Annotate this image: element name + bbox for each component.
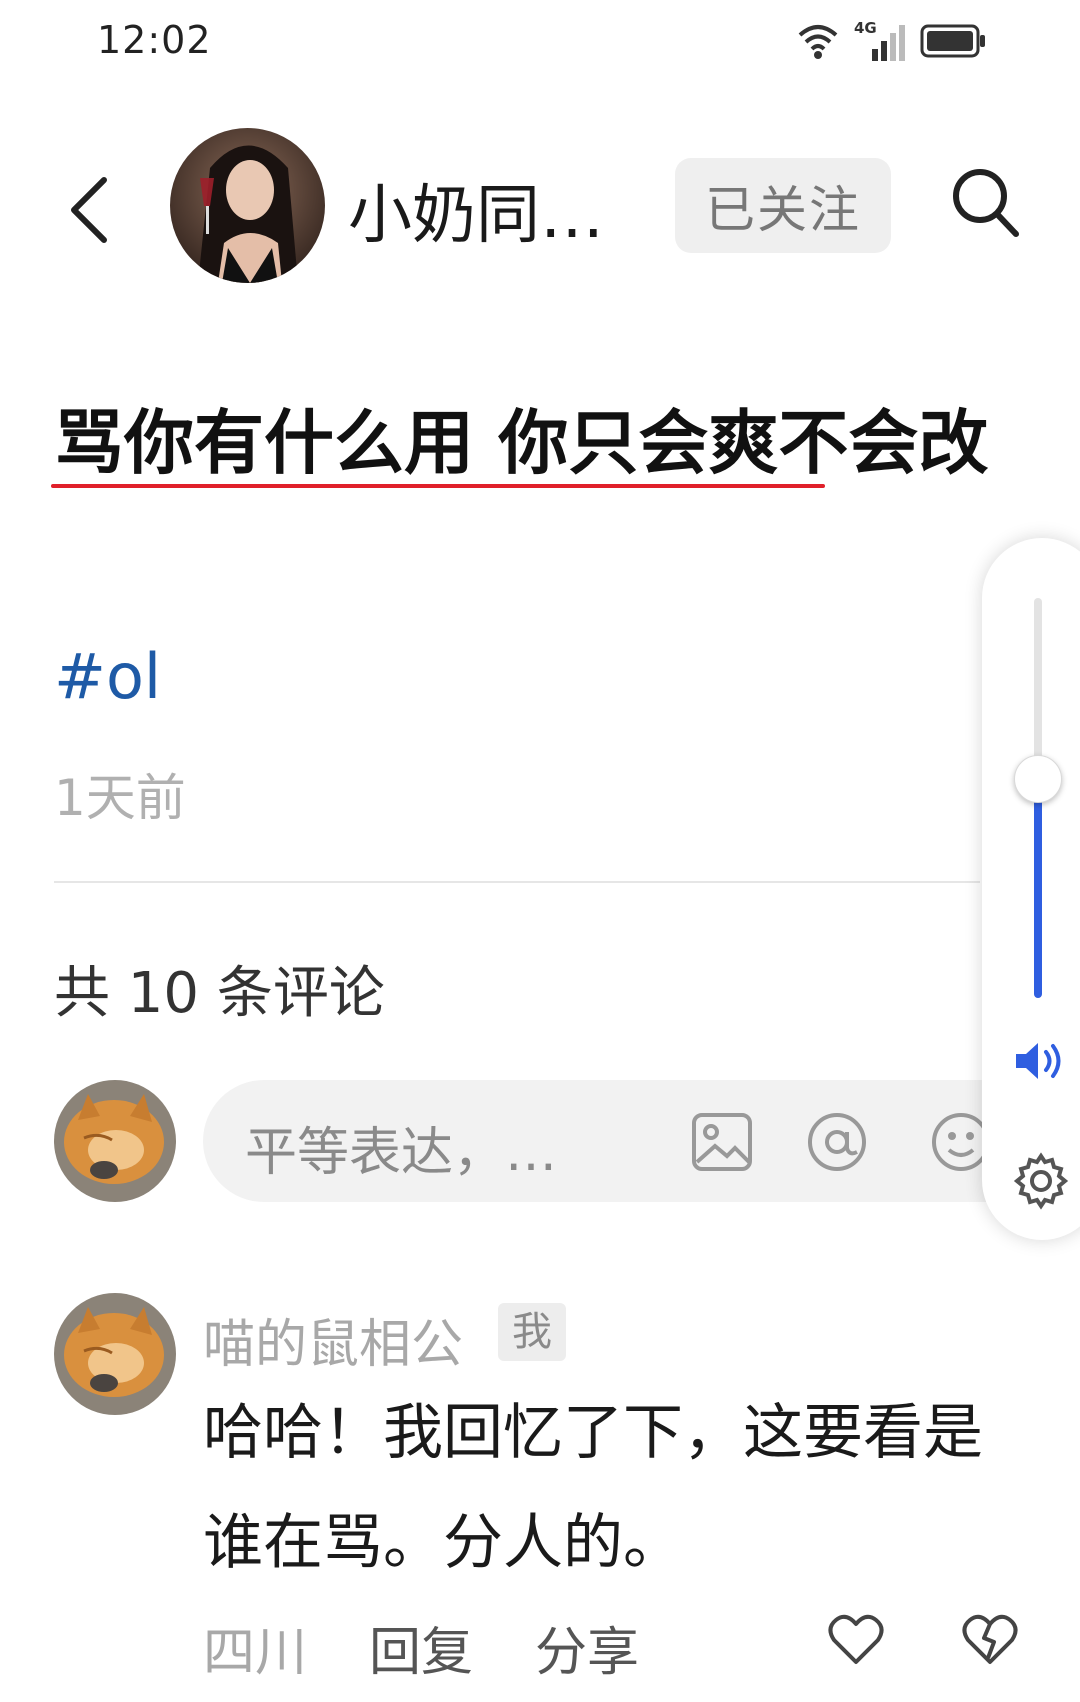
share-button[interactable]: 分享 xyxy=(535,1610,639,1685)
divider xyxy=(54,881,980,883)
heart-icon[interactable] xyxy=(828,1612,884,1666)
back-arrow-icon[interactable] xyxy=(60,170,120,250)
me-badge: 我 xyxy=(498,1303,566,1361)
follow-button[interactable]: 已关注 xyxy=(675,158,891,253)
settings-icon[interactable] xyxy=(1012,1152,1070,1210)
comment-input[interactable]: 平等表达，… xyxy=(203,1080,1063,1202)
commenter-name[interactable]: 喵的鼠相公 xyxy=(203,1302,463,1377)
mention-icon[interactable] xyxy=(805,1110,869,1174)
comment-meta: 四川 回复 分享 xyxy=(203,1610,639,1685)
search-icon[interactable] xyxy=(948,162,1024,242)
volume-slider-knob[interactable] xyxy=(1014,755,1062,803)
comment-text: 哈哈！我回忆了下，这要看是谁在骂。分人的。 xyxy=(203,1398,983,1578)
title-underline xyxy=(51,484,825,488)
author-name[interactable]: 小奶同… xyxy=(348,164,604,256)
speaker-icon[interactable] xyxy=(1012,1038,1068,1084)
image-icon[interactable] xyxy=(691,1112,753,1172)
volume-slider-fill xyxy=(1034,778,1042,998)
status-icons: 4G xyxy=(796,18,986,64)
comment-location: 四川 xyxy=(203,1623,308,1683)
volume-panel xyxy=(982,538,1080,1240)
author-avatar[interactable] xyxy=(170,128,325,283)
cellular-signal-icon: 4G xyxy=(854,19,905,61)
comment-input-placeholder: 平等表达，… xyxy=(245,1123,558,1183)
my-avatar xyxy=(54,1080,176,1202)
reply-button[interactable]: 回复 xyxy=(369,1610,473,1685)
wifi-icon xyxy=(798,25,838,59)
status-bar: 12:02 4G xyxy=(0,0,1080,84)
commenter-avatar[interactable] xyxy=(54,1293,176,1415)
post-time: 1天前 xyxy=(54,769,186,827)
status-time: 12:02 xyxy=(97,18,212,62)
hashtag-link[interactable]: #ol xyxy=(54,640,161,713)
post-header: 小奶同… 已关注 xyxy=(0,118,1080,288)
broken-heart-icon[interactable] xyxy=(962,1612,1018,1666)
comment-count: 共 10 条评论 xyxy=(54,961,385,1026)
network-type-label: 4G xyxy=(854,19,877,37)
battery-icon xyxy=(920,24,985,58)
